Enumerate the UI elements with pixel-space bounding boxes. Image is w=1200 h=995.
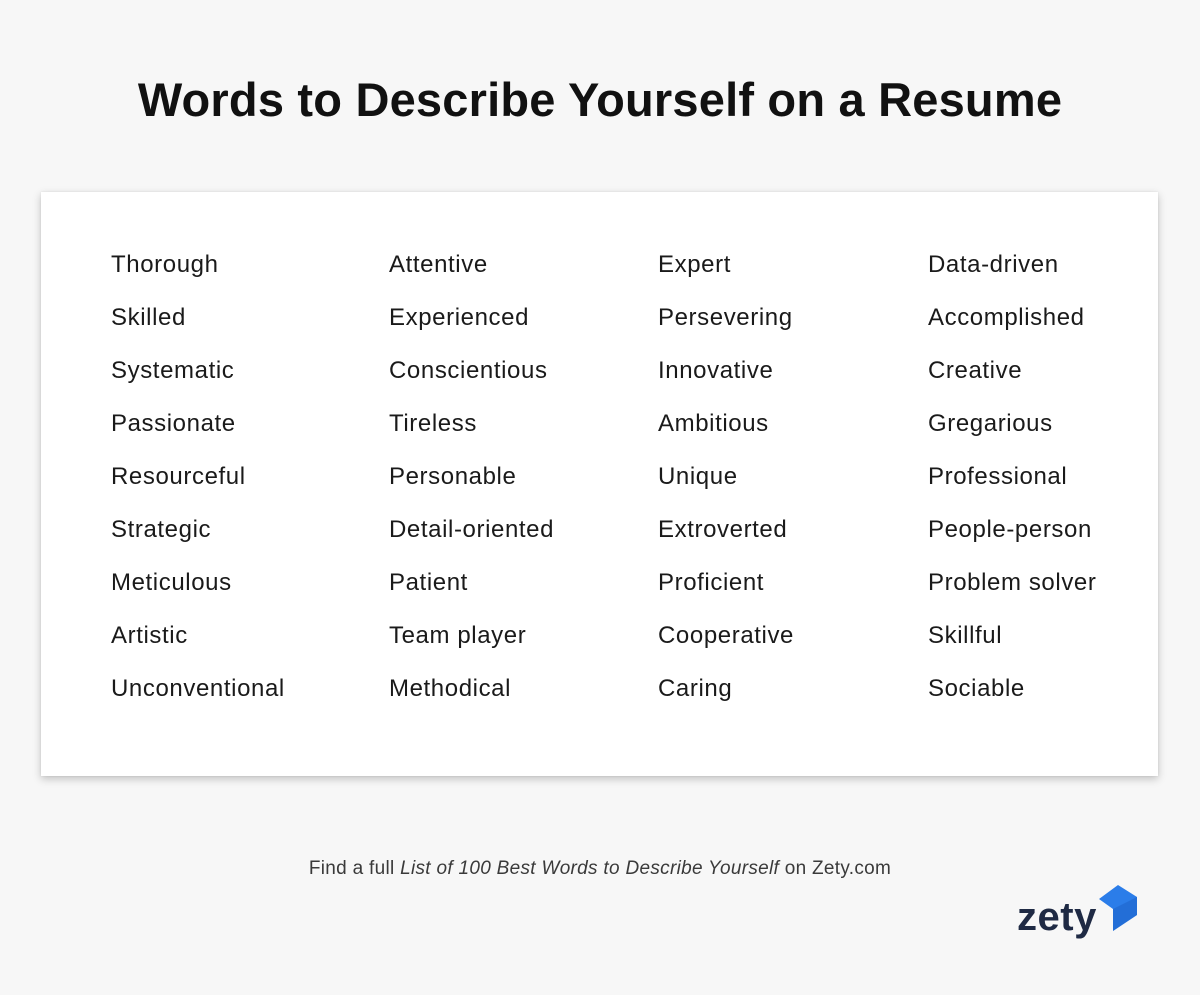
logo-text: zety	[1017, 895, 1097, 939]
word-item: Creative	[928, 357, 1023, 384]
words-column-4: Data-driven Accomplished Creative Gregariou…	[928, 248, 1096, 725]
word-item: Expert	[658, 251, 731, 278]
word-item: Gregarious	[928, 410, 1053, 437]
word-item: Conscientious	[389, 357, 548, 384]
word-item: Proficient	[658, 569, 765, 596]
words-column-3: Expert Persevering Innovative Ambitious Uniq…	[658, 248, 794, 725]
word-item: Ambitious	[658, 410, 769, 437]
word-item: Data-driven	[928, 251, 1059, 278]
word-item: Patient	[389, 569, 468, 596]
word-item: Experienced	[389, 304, 530, 331]
word-item: Persevering	[658, 304, 793, 331]
word-item: Detail-oriented	[389, 516, 555, 543]
word-item: Thorough	[111, 251, 219, 278]
word-item: Accomplished	[928, 304, 1085, 331]
word-item: Team player	[389, 622, 527, 649]
zety-logo[interactable]: zety	[1017, 885, 1137, 945]
footer-link[interactable]: List of 100 Best Words to Describe Yours…	[400, 858, 779, 879]
word-item: Skillful	[928, 622, 1003, 649]
word-item: Tireless	[389, 410, 477, 437]
word-item: Innovative	[658, 357, 774, 384]
word-item: Meticulous	[111, 569, 232, 596]
word-item: Skilled	[111, 304, 186, 331]
zety-logo-icon	[1099, 885, 1137, 931]
word-item: Professional	[928, 463, 1068, 490]
word-item: Cooperative	[658, 622, 795, 649]
word-item: Sociable	[928, 675, 1025, 702]
word-item: Unique	[658, 463, 738, 490]
footer-suffix: on Zety.com	[779, 858, 892, 879]
words-column-2: Attentive Experienced Conscientious Tireles…	[389, 248, 554, 725]
words-card: Thorough Skilled Systematic Passionate Resou…	[41, 192, 1158, 776]
word-item: People-person	[928, 516, 1092, 543]
word-item: Methodical	[389, 675, 512, 702]
word-item: Systematic	[111, 357, 235, 384]
word-item: Caring	[658, 675, 733, 702]
word-item: Extroverted	[658, 516, 788, 543]
word-item: Artistic	[111, 622, 188, 649]
page-title: Words to Describe Yourself on a Resume	[137, 73, 1063, 126]
footer-note: Find a full List of 100 Best Words to De…	[0, 858, 1200, 880]
word-item: Problem solver	[928, 569, 1097, 596]
words-column-1: Thorough Skilled Systematic Passionate Resou…	[111, 248, 285, 725]
word-item: Attentive	[389, 251, 488, 278]
word-item: Passionate	[111, 410, 236, 437]
word-item: Strategic	[111, 516, 212, 543]
word-item: Resourceful	[111, 463, 246, 490]
footer-prefix: Find a full	[308, 858, 401, 879]
word-item: Unconventional	[111, 675, 285, 702]
word-item: Personable	[389, 463, 517, 490]
